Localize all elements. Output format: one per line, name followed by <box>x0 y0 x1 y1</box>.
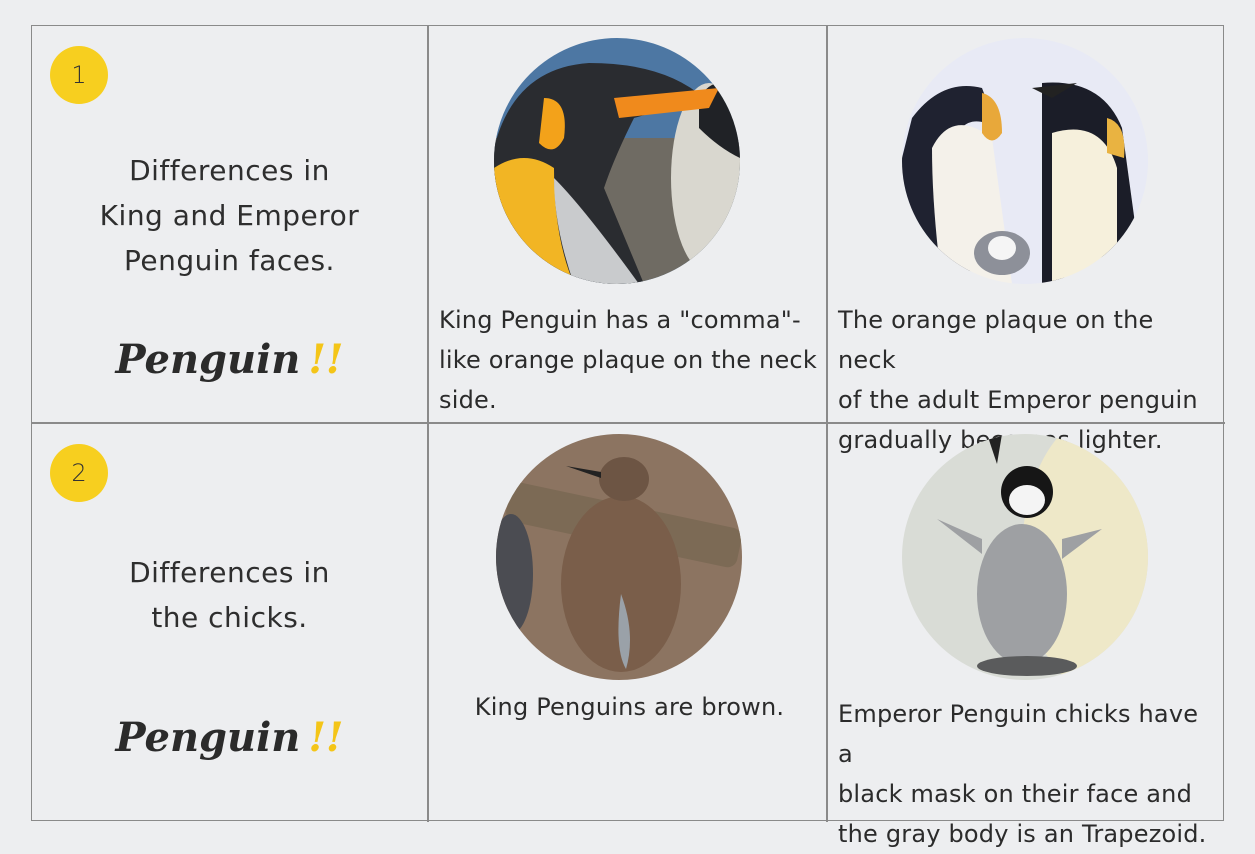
row-title: Differences in the chicks. <box>32 550 427 640</box>
row-1-king-cell: King Penguin has a "comma"- like orange … <box>429 26 828 424</box>
row-title-line: Differences in <box>129 556 330 589</box>
king-adult-caption: King Penguin has a "comma"- like orange … <box>439 300 820 420</box>
row-title-line: King and Emperor <box>99 199 360 232</box>
row-2-emperor-cell: Emperor Penguin chicks have a black mask… <box>828 424 1225 848</box>
caption-line: the gray body is an Trapezoid. <box>838 820 1207 848</box>
penguin-comparison-table: 1 Differences in King and Emperor Pengui… <box>31 25 1225 848</box>
brand-text: Penguin <box>115 714 301 761</box>
king-penguin-chick-image <box>496 434 742 680</box>
caption-line: like orange plaque on the neck <box>439 346 817 374</box>
row-1-label-cell: 1 Differences in King and Emperor Pengui… <box>32 26 429 424</box>
row-title-line: Differences in <box>129 154 330 187</box>
caption-line: side. <box>439 386 497 414</box>
row-title-line: the chicks. <box>151 601 308 634</box>
emperor-penguin-chick-image <box>902 434 1148 680</box>
penguin-brand-mark: Penguin!! <box>32 714 427 761</box>
row-title-line: Penguin faces. <box>124 244 335 277</box>
row-number-badge: 2 <box>50 444 108 502</box>
emperor-penguin-adult-photo <box>902 38 1148 284</box>
king-penguin-adult-photo <box>494 38 740 284</box>
penguin-brand-mark: Penguin!! <box>32 336 427 383</box>
caption-line: King Penguins are brown. <box>474 693 785 721</box>
king-chick-caption: King Penguins are brown. <box>439 687 820 727</box>
row-2-king-cell: King Penguins are brown. <box>429 424 828 822</box>
row-1-emperor-cell: The orange plaque on the neck of the adu… <box>828 26 1225 454</box>
king-penguin-adult-image <box>494 38 740 284</box>
brand-text: Penguin <box>115 336 301 383</box>
king-penguin-chick-photo <box>496 434 742 680</box>
emperor-chick-caption: Emperor Penguin chicks have a black mask… <box>838 694 1219 854</box>
caption-line: The orange plaque on the neck <box>838 306 1154 374</box>
row-title: Differences in King and Emperor Penguin … <box>32 148 427 283</box>
brand-exclamation: !! <box>308 714 344 761</box>
emperor-penguin-chick-photo <box>902 434 1148 680</box>
emperor-penguin-adults-image <box>902 38 1148 284</box>
caption-line: of the adult Emperor penguin <box>838 386 1198 414</box>
caption-line: King Penguin has a "comma"- <box>439 306 801 334</box>
caption-line: black mask on their face and <box>838 780 1193 808</box>
brand-exclamation: !! <box>308 336 344 383</box>
row-2-label-cell: 2 Differences in the chicks. Penguin!! <box>32 424 429 822</box>
caption-line: Emperor Penguin chicks have a <box>838 700 1199 768</box>
row-number-badge: 1 <box>50 46 108 104</box>
